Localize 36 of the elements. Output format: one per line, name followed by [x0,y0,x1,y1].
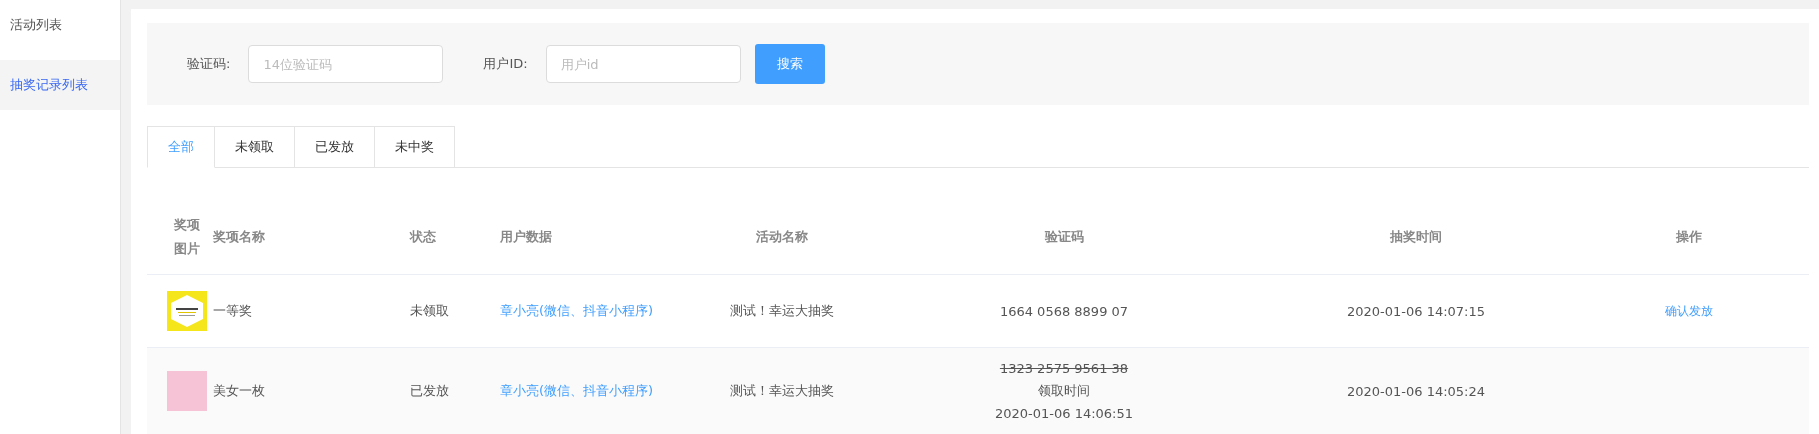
search-button[interactable]: 搜索 [754,44,825,84]
column-header: 用户数据 [500,228,552,246]
tab[interactable]: 全部 [147,126,215,168]
claim-time: 2020-01-06 14:06:51 [994,406,1134,421]
column-header: 抽奖时间 [1390,228,1442,246]
table-cell: 测试！幸运大抽奖 [730,303,834,318]
user-link[interactable]: 章小亮(微信、抖音小程序) [500,383,654,398]
column-header: 奖项名称 [213,228,265,246]
column-header: 活动名称 [756,228,808,246]
input-field[interactable]: 用户id [545,45,741,83]
filter-label: 验证码: [187,55,231,73]
filter-label: 用户ID: [483,55,528,73]
verification-code: 1664 0568 8899 07 [999,303,1129,319]
user-link[interactable]: 章小亮(微信、抖音小程序) [500,303,654,318]
verification-code: 1323 2575 9561 38 [999,361,1129,376]
sidebar-item[interactable]: 抽奖记录列表 [0,60,120,110]
sidebar-item[interactable]: 活动列表 [0,10,120,60]
confirm-link[interactable]: 确认发放 [1664,303,1713,318]
tab[interactable]: 已发放 [295,126,375,168]
column-header: 操作 [1675,228,1702,246]
claim-time-label: 领取时间 [1038,382,1090,400]
prize-poster-thumbnail [167,291,207,331]
column-header: 奖项图片 [174,216,200,258]
column-header: 验证码 [1044,228,1084,246]
table-cell: 一等奖 [213,303,252,318]
input-field[interactable]: 14位验证码 [248,45,444,83]
table-cell: 美女一枚 [213,383,265,398]
photo-placeholder [167,371,207,411]
table-cell: 未领取 [410,303,449,318]
table-cell: 已发放 [410,383,449,398]
tab[interactable]: 未领取 [215,126,295,168]
tab[interactable]: 未中奖 [375,126,455,168]
table-cell: 测试！幸运大抽奖 [730,383,834,398]
table-cell: 2020-01-06 14:07:15 [1346,303,1486,319]
table-cell: 2020-01-06 14:05:24 [1346,383,1486,399]
column-header: 状态 [410,228,436,246]
